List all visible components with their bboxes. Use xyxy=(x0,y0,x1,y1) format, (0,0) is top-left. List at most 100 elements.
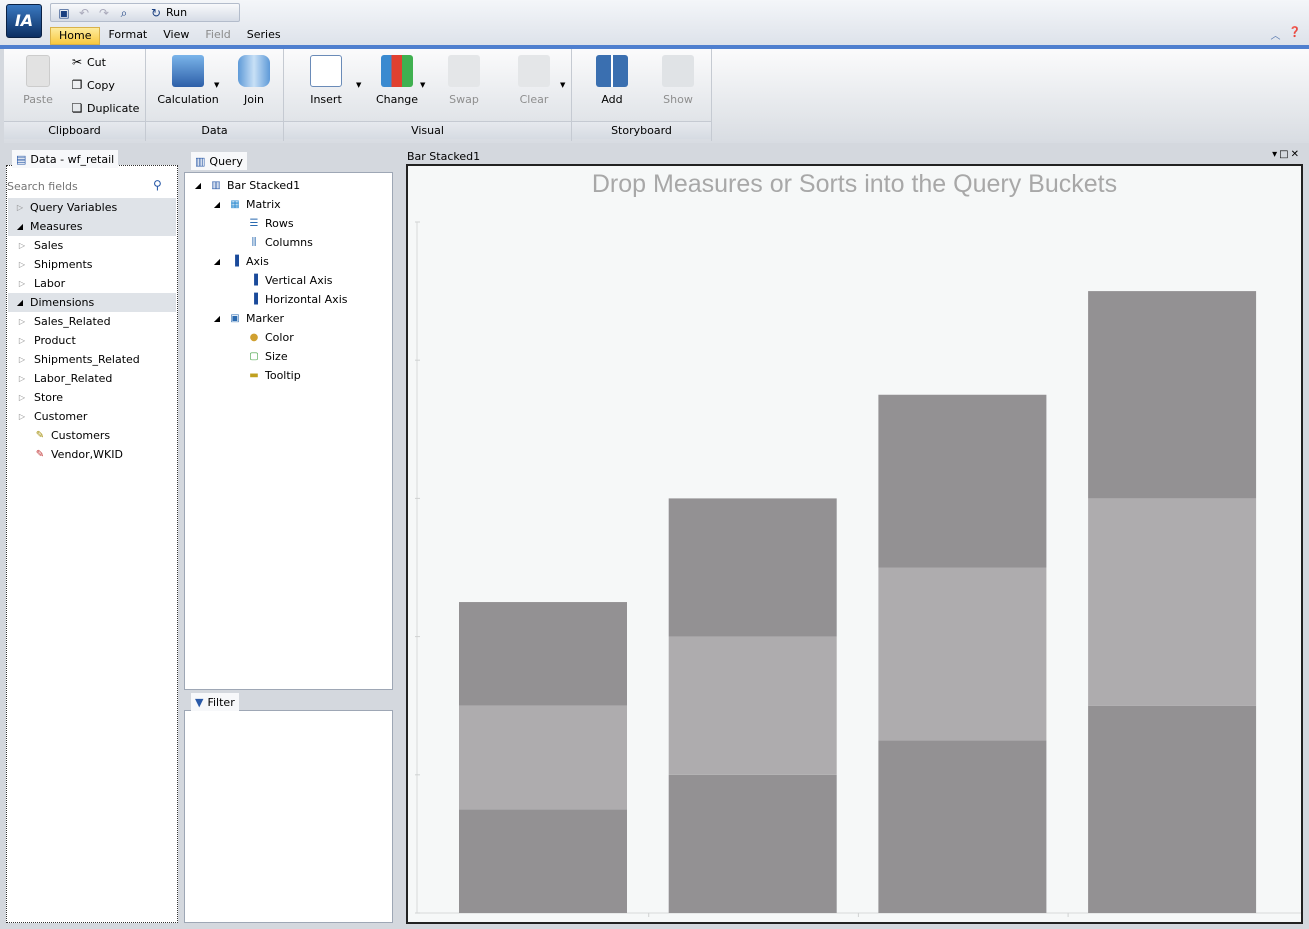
clipboard-group: Paste ✂ Cut ❐ Copy ❏ Duplicate Clipboard xyxy=(4,49,146,141)
expand-arrow-icon[interactable]: ▷ xyxy=(16,260,28,269)
redo-icon[interactable]: ↷ xyxy=(97,6,111,20)
cut-button[interactable]: ✂ Cut xyxy=(70,55,106,69)
data-panel-tab[interactable]: ▤ Data - wf_retail xyxy=(12,150,119,168)
insert-dropdown-icon[interactable]: ▼ xyxy=(356,81,361,89)
expand-arrow-icon[interactable]: ▷ xyxy=(16,355,28,364)
bar-segment[interactable] xyxy=(1088,291,1257,499)
expand-arrow-icon[interactable]: ▷ xyxy=(16,317,28,326)
show-button[interactable]: Show xyxy=(658,55,698,106)
data-tree-item[interactable]: ✎ Vendor,WKID xyxy=(8,445,176,464)
data-tree-item[interactable]: ▷ Product xyxy=(8,331,176,350)
add-button[interactable]: Add xyxy=(592,55,632,106)
chart-svg xyxy=(415,221,1301,917)
query-tree-item[interactable]: ☰ Rows xyxy=(230,214,294,233)
query-tree-item[interactable]: ◢ ▣ Marker xyxy=(211,309,284,328)
data-tree-item[interactable]: ▷ Shipments_Related xyxy=(8,350,176,369)
query-tree-item[interactable]: ◢ ▐ Axis xyxy=(211,252,269,271)
expand-arrow-icon[interactable]: ▷ xyxy=(16,393,28,402)
calculation-dropdown-icon[interactable]: ▼ xyxy=(214,81,219,89)
add-storyboard-icon xyxy=(596,55,628,87)
calculation-button[interactable]: Calculation xyxy=(156,55,220,106)
query-tree-item[interactable]: ◢ ▥ Bar Stacked1 xyxy=(192,176,300,195)
undo-icon[interactable]: ↶ xyxy=(77,6,91,20)
data-tree-item[interactable]: ▷ Customer xyxy=(8,407,176,426)
collapse-arrow-icon[interactable]: ◢ xyxy=(211,257,223,266)
filter-panel-tab[interactable]: ▼ Filter xyxy=(191,693,239,711)
data-tree-item[interactable]: ✎ Customers xyxy=(8,426,176,445)
bar-segment[interactable] xyxy=(668,774,837,913)
collapse-arrow-icon[interactable]: ◢ xyxy=(14,222,26,231)
paste-button[interactable]: Paste xyxy=(16,55,60,106)
swap-button[interactable]: Swap xyxy=(444,55,484,106)
data-tree-item[interactable]: ▷ Store xyxy=(8,388,176,407)
insert-button[interactable]: Insert xyxy=(304,55,348,106)
query-tree-item[interactable]: ▐ Vertical Axis xyxy=(230,271,332,290)
bar-segment[interactable] xyxy=(668,636,837,775)
change-chart-icon xyxy=(381,55,413,87)
field-icon: ✎ xyxy=(35,429,45,441)
data-tree-item[interactable]: ◢ Dimensions xyxy=(8,293,176,312)
data-tree-item[interactable]: ▷ Sales xyxy=(8,236,176,255)
bar-segment[interactable] xyxy=(878,394,1047,568)
bar-segment[interactable] xyxy=(459,705,627,810)
run-button[interactable]: ↻ Run xyxy=(149,6,187,20)
copy-button[interactable]: ❐ Copy xyxy=(70,78,115,92)
query-tree-item[interactable]: ◢ ▦ Matrix xyxy=(211,195,281,214)
tab-field[interactable]: Field xyxy=(197,27,238,45)
search-icon[interactable]: ⚲ xyxy=(153,178,162,192)
change-dropdown-icon[interactable]: ▼ xyxy=(420,81,425,89)
bar-segment[interactable] xyxy=(459,602,627,706)
bar-segment[interactable] xyxy=(878,740,1047,913)
duplicate-button[interactable]: ❏ Duplicate xyxy=(70,101,140,115)
clear-button[interactable]: Clear xyxy=(514,55,554,106)
change-button[interactable]: Change xyxy=(374,55,420,106)
data-tree-item[interactable]: ▷ Labor xyxy=(8,274,176,293)
bar-segment[interactable] xyxy=(878,567,1047,741)
collapse-arrow-icon[interactable]: ◢ xyxy=(14,298,26,307)
data-tree-item[interactable]: ▷ Labor_Related xyxy=(8,369,176,388)
data-tree-item[interactable]: ▷ Sales_Related xyxy=(8,312,176,331)
preview-icon[interactable]: ⌕ xyxy=(117,6,131,20)
bar-segment[interactable] xyxy=(459,809,627,913)
query-tree-item[interactable]: ▢ Size xyxy=(230,347,287,366)
data-tree-item[interactable]: ▷ Shipments xyxy=(8,255,176,274)
join-label: Join xyxy=(243,93,264,106)
query-tree-item[interactable]: ⫼ Columns xyxy=(230,233,313,252)
query-tree-item[interactable]: ● Color xyxy=(230,328,294,347)
collapse-arrow-icon[interactable]: ◢ xyxy=(192,181,204,190)
collapse-arrow-icon[interactable]: ◢ xyxy=(211,200,223,209)
maximize-icon[interactable]: □ xyxy=(1279,149,1290,160)
data-tree-item[interactable]: ◢ Measures xyxy=(8,217,176,236)
tab-view[interactable]: View xyxy=(155,27,197,45)
minimize-ribbon-icon[interactable]: ︿ xyxy=(1271,27,1281,42)
swap-icon xyxy=(448,55,480,87)
tab-format[interactable]: Format xyxy=(100,27,155,45)
bar-segment[interactable] xyxy=(1088,498,1257,706)
expand-arrow-icon[interactable]: ▷ xyxy=(16,374,28,383)
tab-series[interactable]: Series xyxy=(239,27,289,45)
expand-arrow-icon[interactable]: ▷ xyxy=(14,203,26,212)
expand-arrow-icon[interactable]: ▷ xyxy=(16,336,28,345)
query-panel-tab[interactable]: ▥ Query xyxy=(191,152,247,170)
vertical-axis-icon: ▐ xyxy=(250,274,258,286)
bar-segment[interactable] xyxy=(668,498,837,637)
search-fields-input[interactable] xyxy=(7,177,169,195)
bar-segment[interactable] xyxy=(1088,705,1257,913)
expand-arrow-icon[interactable]: ▷ xyxy=(16,412,28,421)
help-icon[interactable]: ❓ xyxy=(1289,27,1301,42)
join-button[interactable]: Join xyxy=(234,55,274,106)
tab-home[interactable]: Home xyxy=(50,27,101,45)
query-tree-item[interactable]: ▬ Tooltip xyxy=(230,366,300,385)
expand-arrow-icon[interactable]: ▷ xyxy=(16,279,28,288)
ribbon: Paste ✂ Cut ❐ Copy ❏ Duplicate Clipboard Ca… xyxy=(4,49,1309,143)
chart-canvas[interactable]: Drop Measures or Sorts into the Query Bu… xyxy=(406,164,1303,924)
collapse-arrow-icon[interactable]: ◢ xyxy=(211,314,223,323)
app-logo[interactable]: IA xyxy=(6,4,42,38)
clear-dropdown-icon[interactable]: ▼ xyxy=(560,81,565,89)
expand-arrow-icon[interactable]: ▷ xyxy=(16,241,28,250)
data-tree-item[interactable]: ▷ Query Variables xyxy=(8,198,176,217)
data-tree-label: Dimensions xyxy=(30,296,95,309)
query-tree-item[interactable]: ▐ Horizontal Axis xyxy=(230,290,347,309)
close-icon[interactable]: ✕ xyxy=(1291,149,1301,160)
save-icon[interactable]: ▣ xyxy=(57,6,71,20)
